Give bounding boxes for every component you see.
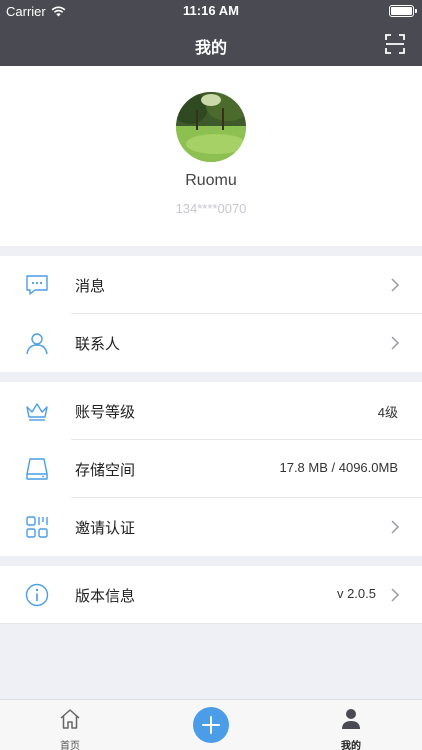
scan-icon[interactable] — [385, 34, 405, 54]
group-version: 版本信息 v 2.0.5 — [0, 566, 422, 624]
add-button[interactable] — [193, 707, 229, 743]
storage-value: 17.8 MB / 4096.0MB — [279, 460, 398, 475]
page-title: 我的 — [194, 40, 227, 57]
row-label: 账号等级 — [75, 404, 136, 421]
info-icon — [25, 583, 49, 607]
avatar-image — [176, 92, 246, 162]
qrcode-icon — [26, 516, 48, 538]
storage-icon — [26, 458, 48, 480]
row-label: 存储空间 — [75, 462, 136, 479]
account-level-value: 4级 — [377, 405, 398, 420]
row-contacts[interactable]: 联系人 — [0, 314, 422, 372]
row-label: 联系人 — [75, 336, 121, 353]
row-version-info[interactable]: 版本信息 v 2.0.5 — [0, 566, 422, 624]
row-account-level: 账号等级 4级 — [0, 382, 422, 440]
chevron-right-icon — [391, 520, 400, 534]
home-icon — [60, 709, 80, 729]
row-label: 消息 — [75, 278, 106, 295]
row-invite-verify[interactable]: 邀请认证 — [0, 498, 422, 556]
version-value: v 2.0.5 — [336, 586, 376, 601]
row-messages[interactable]: 消息 — [0, 256, 422, 314]
chevron-right-icon — [391, 278, 400, 292]
row-label: 邀请认证 — [75, 520, 136, 537]
message-icon — [26, 275, 48, 295]
username: Ruomu — [185, 172, 237, 189]
avatar[interactable] — [176, 92, 246, 162]
user-icon — [342, 709, 360, 729]
phone-number: 134****0070 — [175, 201, 247, 216]
tab-mine[interactable]: 我的 — [321, 700, 381, 750]
profile-card[interactable]: Ruomu 134****0070 — [0, 66, 422, 246]
tab-mine-label: 我的 — [341, 741, 361, 750]
tab-home-label: 首页 — [60, 741, 80, 750]
crown-icon — [26, 403, 48, 421]
tab-home[interactable]: 首页 — [40, 700, 100, 750]
battery-icon — [389, 5, 417, 17]
clock: 11:16 AM — [183, 3, 239, 18]
group-messages: 消息 联系人 — [0, 256, 422, 372]
contact-icon — [26, 333, 48, 355]
row-label: 版本信息 — [75, 588, 136, 605]
tab-bar: 首页 我的 — [0, 699, 422, 750]
group-account: 账号等级 4级 存储空间 17.8 MB / 4096.0MB 邀请认证 — [0, 382, 422, 556]
row-storage: 存储空间 17.8 MB / 4096.0MB — [0, 440, 422, 498]
chevron-right-icon — [391, 336, 400, 350]
status-bar: Carrier 11:16 AM — [0, 0, 422, 22]
chevron-right-icon — [391, 588, 400, 602]
nav-bar: 我的 — [0, 22, 422, 66]
